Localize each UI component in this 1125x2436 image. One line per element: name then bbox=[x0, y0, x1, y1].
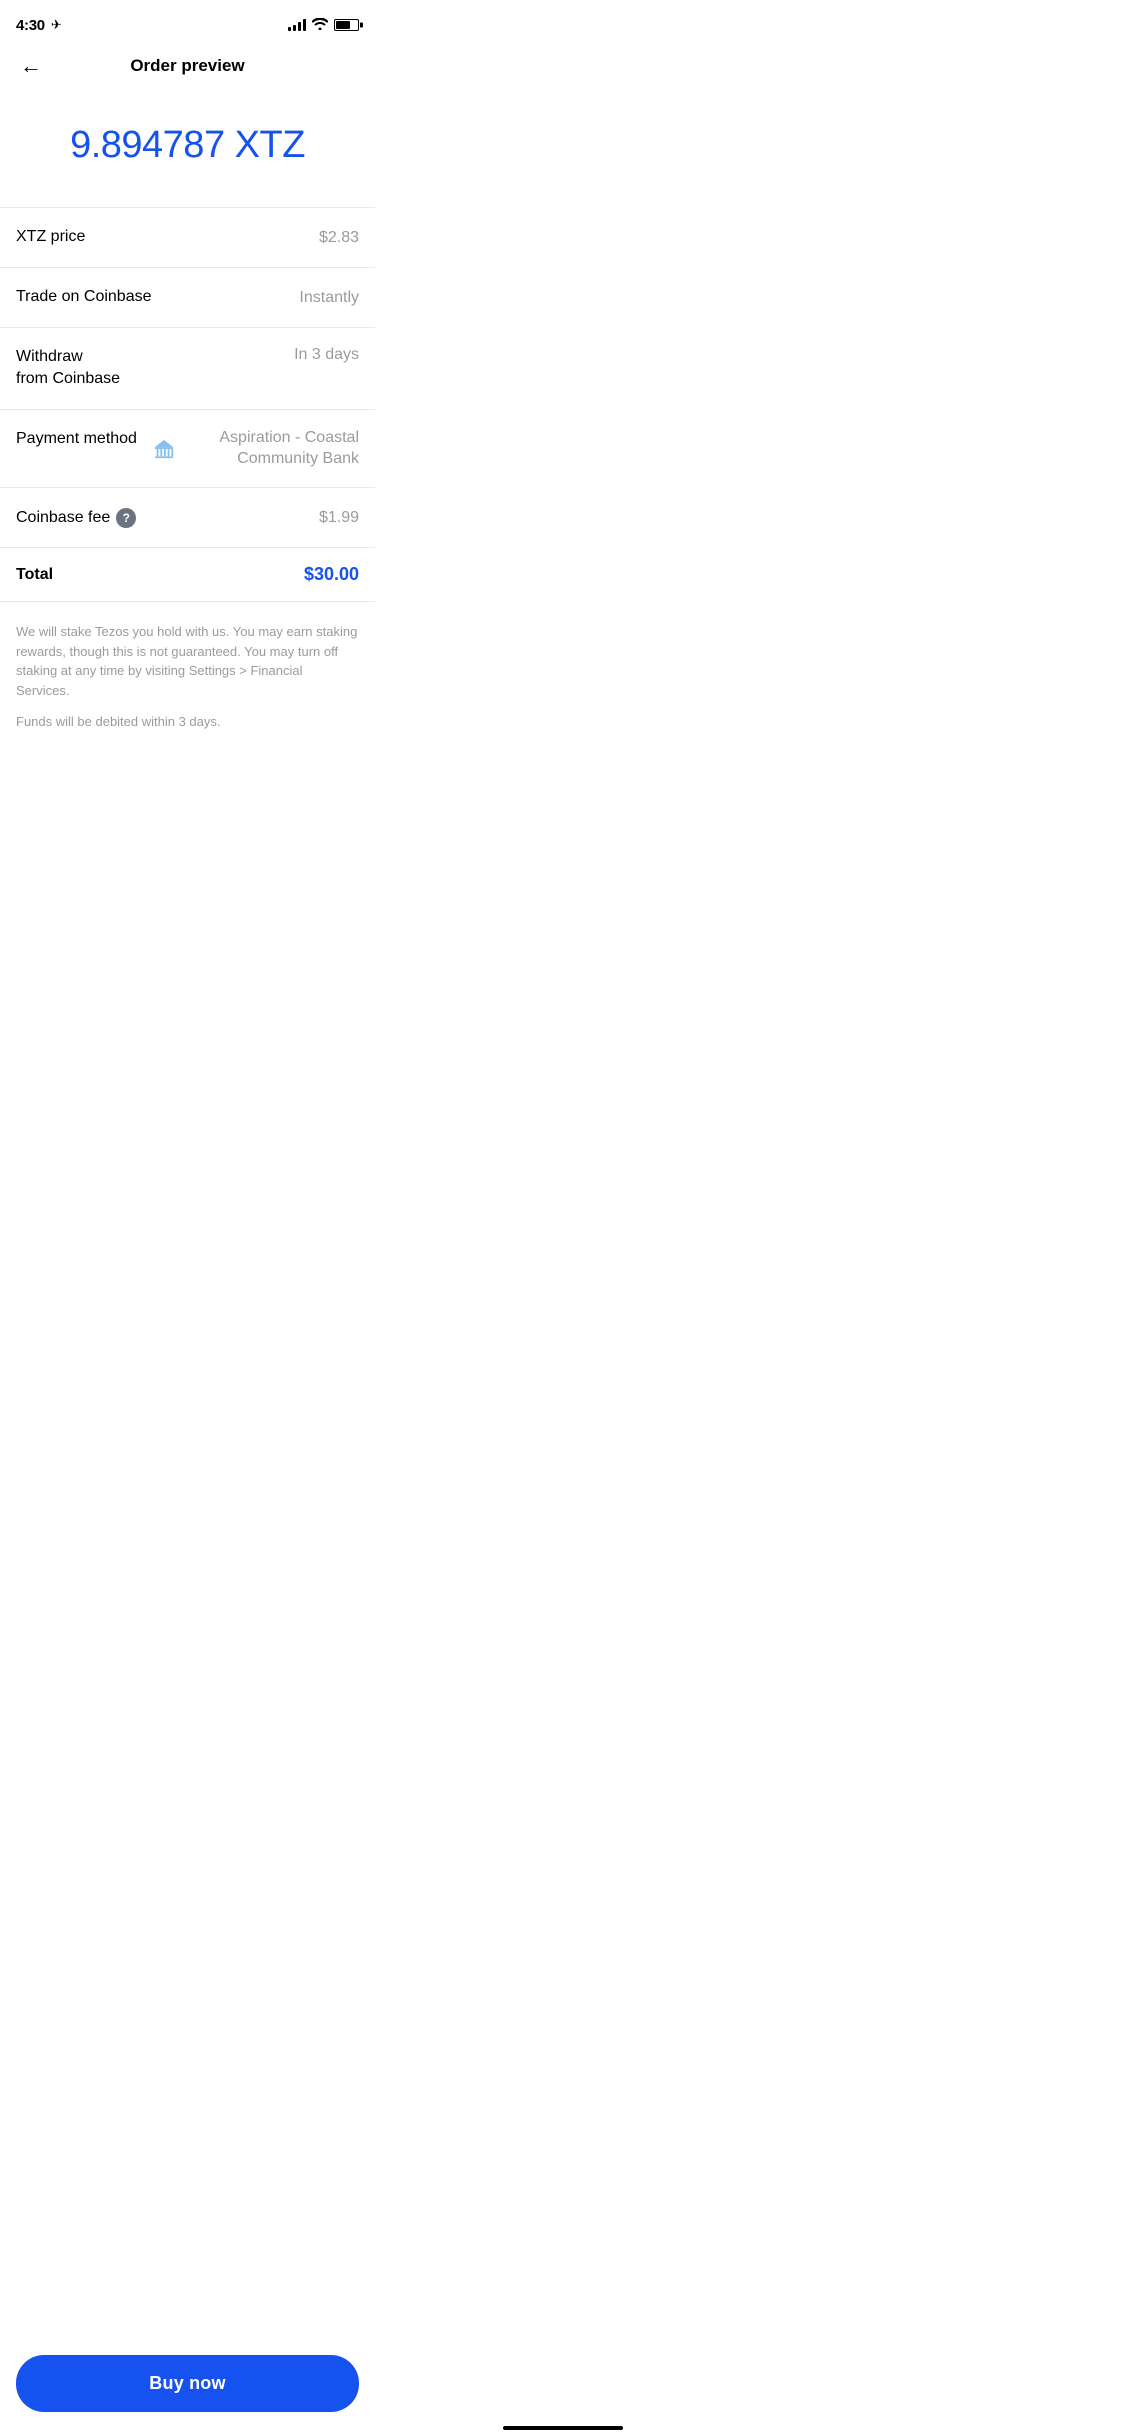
order-amount: 9.894787 XTZ bbox=[70, 124, 305, 167]
withdraw-coinbase-value: In 3 days bbox=[294, 346, 359, 364]
status-icons bbox=[288, 18, 359, 33]
status-bar: 4:30 ✈︎ bbox=[0, 0, 375, 44]
trade-coinbase-value: Instantly bbox=[299, 289, 359, 307]
disclaimer-section: We will stake Tezos you hold with us. Yo… bbox=[0, 602, 375, 756]
staking-disclaimer: We will stake Tezos you hold with us. Yo… bbox=[16, 622, 359, 700]
total-row: Total $30.00 bbox=[0, 548, 375, 602]
battery-icon bbox=[334, 19, 359, 31]
amount-section: 9.894787 XTZ bbox=[0, 92, 375, 207]
wifi-icon bbox=[312, 18, 328, 33]
trade-coinbase-row: Trade on Coinbase Instantly bbox=[0, 268, 375, 328]
withdraw-coinbase-row: Withdrawfrom Coinbase In 3 days bbox=[0, 328, 375, 410]
status-time: 4:30 bbox=[16, 17, 45, 34]
back-button[interactable]: ← bbox=[16, 49, 46, 83]
total-label: Total bbox=[16, 566, 53, 584]
nav-header: ← Order preview bbox=[0, 44, 375, 92]
fee-label-container: Coinbase fee ? bbox=[16, 507, 136, 529]
help-icon[interactable]: ? bbox=[116, 508, 136, 528]
help-icon-symbol: ? bbox=[123, 511, 130, 525]
coinbase-fee-value: $1.99 bbox=[319, 509, 359, 527]
home-indicator bbox=[503, 2426, 623, 2430]
buy-now-button[interactable]: Buy now bbox=[16, 2355, 359, 2412]
coinbase-fee-row: Coinbase fee ? $1.99 bbox=[0, 488, 375, 548]
funds-disclaimer: Funds will be debited within 3 days. bbox=[16, 712, 359, 732]
page-title: Order preview bbox=[130, 56, 244, 76]
payment-method-row: Payment method Aspiration - Coastal Comm… bbox=[0, 410, 375, 489]
payment-value-container: Aspiration - Coastal Community Bank bbox=[153, 428, 359, 470]
total-value: $30.00 bbox=[304, 564, 359, 585]
location-icon: ✈︎ bbox=[51, 17, 62, 33]
withdraw-coinbase-label: Withdrawfrom Coinbase bbox=[16, 346, 120, 391]
coinbase-fee-label: Coinbase fee bbox=[16, 507, 110, 529]
bank-icon bbox=[153, 438, 175, 460]
xtz-price-row: XTZ price $2.83 bbox=[0, 208, 375, 268]
signal-icon bbox=[288, 19, 306, 31]
trade-coinbase-label: Trade on Coinbase bbox=[16, 286, 152, 308]
payment-method-value: Aspiration - Coastal Community Bank bbox=[181, 428, 359, 470]
xtz-price-value: $2.83 bbox=[319, 229, 359, 247]
buy-section: Buy now bbox=[0, 2355, 375, 2412]
xtz-price-label: XTZ price bbox=[16, 226, 85, 248]
payment-method-label: Payment method bbox=[16, 428, 137, 450]
